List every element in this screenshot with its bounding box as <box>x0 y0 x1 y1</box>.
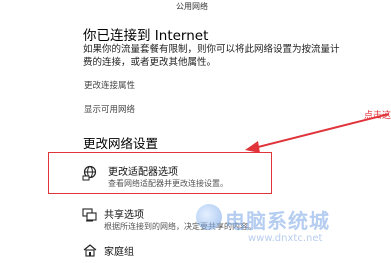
watermark-url: www.dnxtc.net <box>248 233 323 244</box>
annotation-label: 点击这 <box>363 111 391 121</box>
watermark-logo-icon <box>196 204 222 230</box>
annotation-arrow <box>245 113 390 153</box>
watermark-name: 电脑系统城 <box>225 209 330 233</box>
